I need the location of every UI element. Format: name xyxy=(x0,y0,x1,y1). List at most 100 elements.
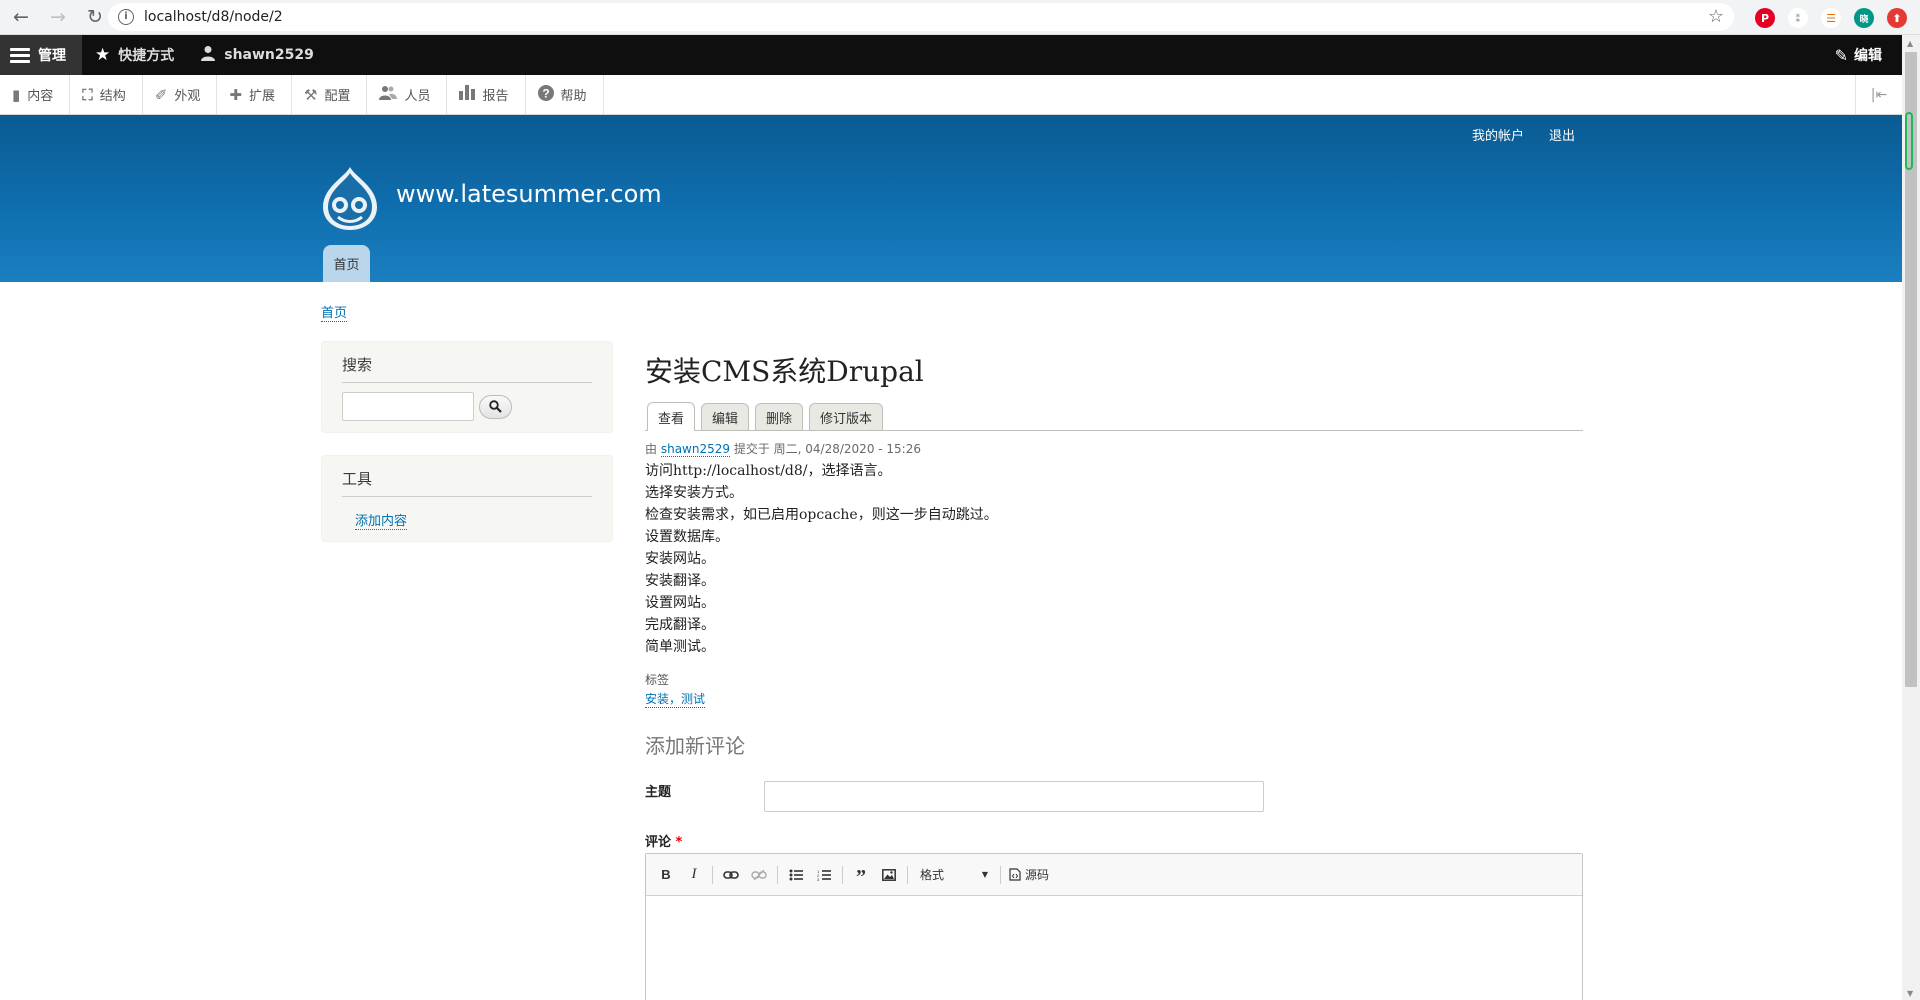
comment-label: 评论 * xyxy=(645,831,1583,850)
format-dropdown[interactable]: 格式 ▼ xyxy=(914,864,994,886)
tray-item-label: 扩展 xyxy=(248,89,275,104)
toolbar-shortcuts[interactable]: ★ 快捷方式 xyxy=(82,35,187,75)
tray-item-label: 外观 xyxy=(174,89,201,104)
tray-item-reports[interactable]: 报告 xyxy=(447,75,526,114)
toolbar-manage-label: 管理 xyxy=(38,48,66,64)
toolbar-user-label: shawn2529 xyxy=(224,47,314,63)
toolbar-separator xyxy=(907,865,908,884)
tray-item-extend[interactable]: ✚ 扩展 xyxy=(217,75,292,114)
page-scrollbar[interactable]: ▲ ▼ xyxy=(1902,35,1920,1000)
tab-edit[interactable]: 编辑 xyxy=(701,403,750,430)
scroll-up-icon[interactable]: ▲ xyxy=(1907,39,1913,48)
forward-arrow-icon[interactable]: → xyxy=(42,1,74,33)
subject-input[interactable] xyxy=(764,781,1264,812)
tray-item-label: 报告 xyxy=(482,89,509,104)
tray-item-label: 配置 xyxy=(324,89,351,104)
info-icon[interactable]: i xyxy=(118,9,134,25)
tray-item-people[interactable]: 人员 xyxy=(367,75,448,114)
tray-item-appearance[interactable]: ✐ 外观 xyxy=(143,75,218,114)
chart-icon xyxy=(459,85,476,104)
paintbrush-icon: ✐ xyxy=(154,85,168,104)
scroll-down-icon[interactable]: ▼ xyxy=(1907,989,1913,998)
tags-label: 标签 xyxy=(645,673,670,687)
profile-avatar-icon[interactable]: 晓 xyxy=(1854,8,1874,28)
user-icon xyxy=(200,45,216,66)
my-account-link[interactable]: 我的帐户 xyxy=(1472,125,1524,144)
site-name[interactable]: www.latesummer.com xyxy=(396,180,662,208)
help-icon: ? xyxy=(537,84,554,105)
subject-label: 主题 xyxy=(645,785,672,800)
drupal-logo-icon[interactable] xyxy=(321,165,379,231)
toolbar-user[interactable]: shawn2529 xyxy=(187,35,327,75)
extension-icon[interactable]: ⁑ xyxy=(1788,8,1808,28)
submitted-date: 提交于 周二, 04/28/2020 - 15:26 xyxy=(733,442,921,456)
structure-icon: ⛶ xyxy=(82,85,93,104)
submitted-info: 由 shawn2529 提交于 周二, 04/28/2020 - 15:26 xyxy=(645,440,1583,457)
document-icon: ▮ xyxy=(12,85,21,104)
tools-block-title: 工具 xyxy=(342,468,592,497)
tray-item-content[interactable]: ▮ 内容 xyxy=(0,75,71,114)
main-menu-home[interactable]: 首页 xyxy=(323,245,370,282)
toolbar-separator xyxy=(712,865,713,884)
body-line: 访问http://localhost/d8/，选择语言。 xyxy=(645,463,892,479)
bold-icon[interactable]: B xyxy=(654,863,678,887)
toolbar-manage[interactable]: 管理 xyxy=(0,35,82,75)
tools-block: 工具 添加内容 xyxy=(321,455,613,542)
tray-item-structure[interactable]: ⛶ 结构 xyxy=(70,75,143,114)
italic-icon[interactable]: I xyxy=(682,863,706,887)
comment-editor[interactable]: B I 123 ” 格式 ▼ 源码 xyxy=(645,853,1583,1000)
link-icon[interactable] xyxy=(719,863,743,887)
body-line: 设置数据库。 xyxy=(645,529,729,545)
comment-form-heading: 添加新评论 xyxy=(645,734,745,758)
body-line: 选择安装方式。 xyxy=(645,485,743,501)
toolbar-edit-label: 编辑 xyxy=(1854,48,1882,64)
back-arrow-icon[interactable]: ← xyxy=(5,1,37,33)
tab-view[interactable]: 查看 xyxy=(647,402,696,431)
author-link[interactable]: shawn2529 xyxy=(660,442,731,457)
address-bar[interactable]: i localhost/d8/node/2 ☆ xyxy=(108,3,1734,31)
local-tabs: 查看 编辑 删除 修订版本 xyxy=(645,402,1583,431)
unlink-icon[interactable] xyxy=(747,863,771,887)
image-icon[interactable] xyxy=(877,863,901,887)
format-label: 格式 xyxy=(920,868,945,882)
body-line: 简单测试。 xyxy=(645,639,715,655)
tab-delete[interactable]: 删除 xyxy=(755,403,804,430)
body-line: 完成翻译。 xyxy=(645,617,715,633)
blockquote-icon[interactable]: ” xyxy=(849,863,873,888)
bookmark-star-icon[interactable]: ☆ xyxy=(1708,6,1724,27)
add-content-link[interactable]: 添加内容 xyxy=(355,510,408,530)
search-button[interactable] xyxy=(479,394,512,419)
extension-menu-icon[interactable]: ☰ xyxy=(1821,8,1841,28)
tray-item-help[interactable]: ? 帮助 xyxy=(526,75,604,114)
secondary-menu: 我的帐户 退出 xyxy=(1447,125,1575,144)
wrench-icon: ⚒ xyxy=(304,85,318,104)
tab-revisions[interactable]: 修订版本 xyxy=(809,403,884,430)
url-text[interactable]: localhost/d8/node/2 xyxy=(144,9,283,25)
toolbar-edit[interactable]: ✎ 编辑 xyxy=(1835,35,1882,75)
tray-item-configuration[interactable]: ⚒ 配置 xyxy=(292,75,368,114)
tags-link[interactable]: 安装，测试 xyxy=(645,690,706,708)
dropdown-arrow-icon: ▼ xyxy=(981,870,988,879)
reload-icon[interactable]: ↻ xyxy=(79,1,111,33)
toolbar-shortcuts-label: 快捷方式 xyxy=(118,48,175,64)
breadcrumb[interactable]: 首页 xyxy=(321,302,348,322)
admin-toolbar: 管理 ★ 快捷方式 shawn2529 ✎ 编辑 xyxy=(0,35,1902,75)
source-icon xyxy=(1009,868,1021,881)
tray-item-label: 结构 xyxy=(99,89,126,104)
pinterest-icon[interactable]: P xyxy=(1755,8,1775,28)
tray-item-label: 帮助 xyxy=(560,89,587,104)
search-block-title: 搜索 xyxy=(342,354,592,383)
people-icon xyxy=(379,85,398,104)
upload-extension-icon[interactable]: ⬆ xyxy=(1887,8,1907,28)
source-button[interactable]: 源码 xyxy=(1009,866,1049,883)
hamburger-icon xyxy=(10,47,30,63)
search-input[interactable] xyxy=(342,392,474,421)
body-line: 检查安装需求，如已启用opcache，则这一步自动跳过。 xyxy=(645,507,998,523)
editor-toolbar: B I 123 ” 格式 ▼ 源码 xyxy=(646,854,1582,896)
logout-link[interactable]: 退出 xyxy=(1549,125,1575,144)
node-body: 访问http://localhost/d8/，选择语言。 选择安装方式。 检查安… xyxy=(645,460,1583,658)
collapse-tray-icon[interactable]: |⇤ xyxy=(1855,75,1902,114)
svg-text:?: ? xyxy=(542,86,549,100)
numbered-list-icon[interactable]: 123 xyxy=(812,863,836,887)
bulleted-list-icon[interactable] xyxy=(784,863,808,887)
